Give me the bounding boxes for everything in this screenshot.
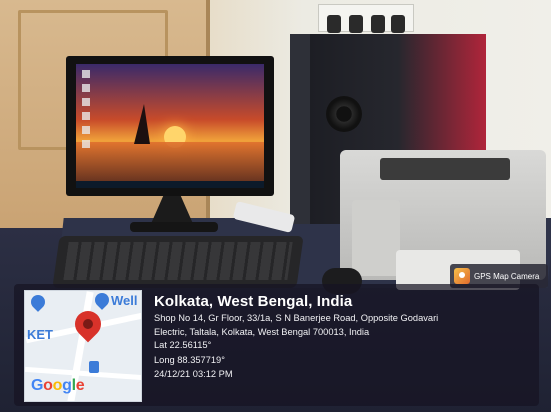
location-pin-icon <box>69 305 107 343</box>
windows-taskbar <box>76 181 264 188</box>
power-socket-board <box>318 4 414 33</box>
map-poi-icon <box>92 291 112 310</box>
desktop-icon <box>82 98 90 106</box>
map-label-ket: KET <box>27 327 53 342</box>
address-line-2: Electric, Taltala, Kolkata, West Bengal … <box>154 326 370 337</box>
keyboard-keys <box>63 242 293 280</box>
wallpaper-sailboat <box>134 104 150 144</box>
plug <box>327 15 341 33</box>
gps-map-camera-icon <box>454 268 470 284</box>
map-poi-icon <box>28 292 48 312</box>
cpu-tower-side <box>290 34 310 224</box>
printer-output-slot <box>380 158 510 180</box>
timestamp: 24/12/21 03:12 PM <box>154 369 233 379</box>
latitude: Lat 22.56115° <box>154 340 212 350</box>
desktop-icon <box>82 140 90 148</box>
printer-front-panel <box>352 200 400 276</box>
badge-label: GPS Map Camera <box>474 271 540 281</box>
longitude: Long 88.357719° <box>154 354 225 365</box>
monitor <box>66 56 274 196</box>
plug <box>349 15 363 33</box>
desktop-icon <box>82 126 90 134</box>
mini-map: KET Well Google <box>24 290 142 402</box>
plug <box>391 15 405 33</box>
desktop-icon <box>82 112 90 120</box>
cpu-fan-vent <box>326 96 362 132</box>
location-info: Kolkata, West Bengal, India Shop No 14, … <box>154 292 534 382</box>
address-line-1: Shop No 14, Gr Floor, 33/1a, S N Banerje… <box>154 313 439 323</box>
monitor-stand-base <box>130 222 218 232</box>
map-transit-icon <box>89 361 99 373</box>
monitor-screen <box>76 64 264 188</box>
location-city: Kolkata, West Bengal, India <box>154 293 353 310</box>
photo: GPS Map Camera KET Well Google Kolkata, … <box>0 0 551 412</box>
google-logo: Google <box>31 377 85 394</box>
map-label-well: Well <box>111 293 138 308</box>
plug <box>371 15 385 33</box>
desktop-icon <box>82 70 90 78</box>
desktop-icon <box>82 84 90 92</box>
